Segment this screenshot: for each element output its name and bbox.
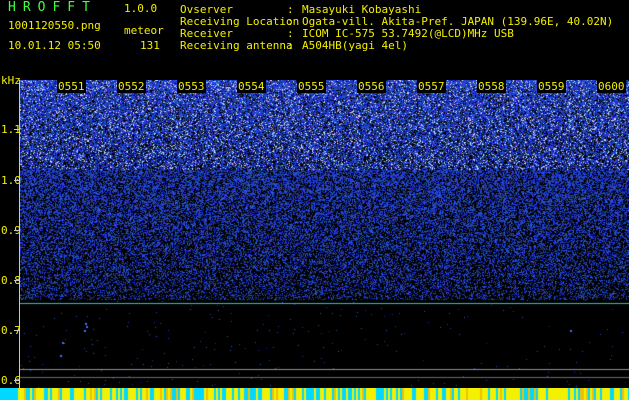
y-tick-mark	[14, 129, 19, 130]
x-tick-label: 0558	[477, 80, 506, 93]
app-version: 1.0.0	[124, 2, 158, 15]
antenna-value: A504HB(yagi 4el)	[302, 39, 408, 52]
y-tick-mark	[14, 330, 19, 331]
meteor-count: 131	[140, 39, 160, 52]
x-tick-label: 0559	[537, 80, 566, 93]
x-tick-label: 0600	[597, 80, 626, 93]
hrofft-window: HROFFT 1.0.0 1001120550.png meteor 10.01…	[0, 0, 629, 400]
antenna-sep: :	[287, 39, 294, 52]
app-title: HROFFT	[8, 0, 97, 15]
y-axis-unit: kHz	[1, 74, 21, 87]
x-tick-label: 0555	[297, 80, 326, 93]
timeline-strip	[0, 388, 629, 400]
y-tick-mark	[14, 280, 19, 281]
x-tick-label: 0551	[57, 80, 86, 93]
y-tick-mark	[14, 380, 19, 381]
y-tick-mark	[14, 230, 19, 231]
filename-label: 1001120550.png	[8, 19, 101, 32]
datetime-label: 10.01.12 05:50	[8, 39, 101, 52]
antenna-key: Receiving antenna	[180, 39, 293, 52]
x-tick-label: 0553	[177, 80, 206, 93]
spectrogram-canvas	[20, 80, 629, 400]
x-tick-label: 0557	[417, 80, 446, 93]
x-tick-label: 0556	[357, 80, 386, 93]
observation-type: meteor	[124, 24, 164, 37]
x-tick-label: 0552	[117, 80, 146, 93]
y-tick-mark	[14, 180, 19, 181]
x-tick-label: 0554	[237, 80, 266, 93]
